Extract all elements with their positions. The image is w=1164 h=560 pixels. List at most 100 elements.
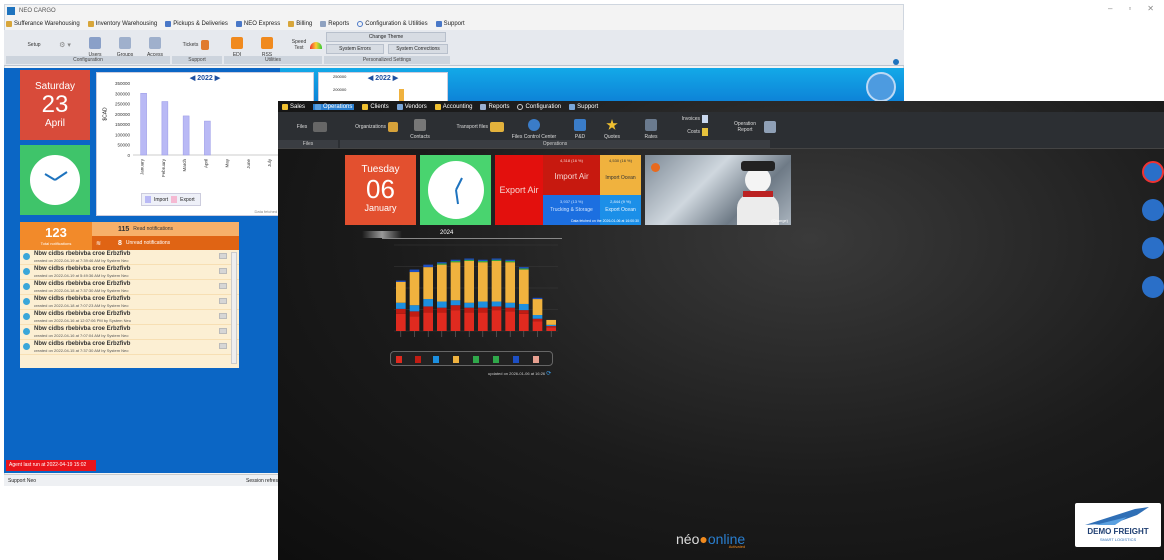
stacked-bar-segment	[532, 321, 543, 331]
files-list-icon	[313, 122, 328, 132]
menu-vendors[interactable]: Vendors	[396, 103, 427, 110]
menu-reports[interactable]: Reports	[320, 21, 349, 27]
ribbon-group-support: Support	[172, 56, 222, 64]
tile-import-air[interactable]: 4,318 (16 %) Import Air	[543, 155, 600, 195]
notification-item[interactable]: Nbw cidbs rbebivba croe Erbzfivb created …	[20, 265, 239, 280]
groups-button[interactable]: Groups	[112, 32, 138, 58]
stacked-bar-segment	[450, 260, 461, 263]
speed-test-button[interactable]: Speed Test	[286, 32, 322, 58]
setup-button[interactable]: Setup	[22, 32, 46, 58]
change-wallpaper-link[interactable]: (Change)	[771, 218, 788, 223]
notification-item[interactable]: Nbw cidbs rbebivba croe Erbzfivb created …	[20, 325, 239, 340]
notification-item[interactable]: Nbw cidbs rbebivba croe Erbzfivb created …	[20, 295, 239, 310]
tools-icon[interactable]	[1142, 237, 1164, 259]
menu-clients[interactable]: Clients	[362, 103, 389, 110]
mail-icon[interactable]	[219, 328, 227, 334]
front-date-month: January	[364, 203, 397, 213]
stacked-bar-segment	[519, 267, 529, 269]
contacts-button[interactable]: Contacts	[402, 114, 438, 140]
stacked-bar-segment	[437, 307, 447, 313]
operation-report-button[interactable]: Operation Report	[716, 114, 776, 140]
stacked-bar-segment	[532, 299, 543, 316]
settings-gear-icon[interactable]	[866, 72, 896, 102]
menu-configuration[interactable]: Configuration	[517, 103, 561, 110]
menu-inventory-warehousing[interactable]: Inventory Warehousing	[87, 21, 157, 27]
menu-neo-express[interactable]: NEO Express	[235, 21, 280, 27]
notif-total-label: Total notifications	[40, 241, 72, 246]
costs-button[interactable]: Costs	[672, 126, 708, 138]
tickets-button[interactable]: Tickets	[176, 32, 216, 58]
notification-scrollbar[interactable]	[231, 252, 237, 364]
mail-icon[interactable]	[219, 343, 227, 349]
read-notifications[interactable]: 115 Read notifications	[92, 222, 239, 236]
stacked-bar-segment	[478, 307, 488, 313]
change-theme-button[interactable]: Change Theme	[326, 32, 446, 42]
chart2-tick: 200000	[333, 87, 347, 92]
access-button[interactable]: Access	[142, 32, 168, 58]
close-icon[interactable]: ✕	[1147, 4, 1154, 13]
ribbon-collapse-icon[interactable]	[893, 59, 899, 65]
menu-operations[interactable]: Operations	[313, 103, 355, 110]
stacked-bar-segment	[532, 297, 543, 300]
setup-dropdown-button[interactable]: ⚙ ▾	[56, 32, 74, 58]
menu-billing[interactable]: Billing	[288, 21, 312, 27]
rates-button[interactable]: Rates	[640, 114, 662, 140]
menu-reports[interactable]: Reports	[480, 103, 509, 110]
menu-accounting[interactable]: Accounting	[434, 103, 472, 110]
import-bar	[140, 93, 147, 156]
system-errors-button[interactable]: System Errors	[326, 44, 384, 54]
files-button[interactable]: Files	[286, 114, 338, 140]
tile-import-ocean[interactable]: 4,530 (16 %) Import Ocean	[600, 155, 641, 195]
menu-pickups-deliveries[interactable]: Pickups & Deliveries	[165, 21, 228, 27]
stacked-bar-segment	[546, 324, 556, 327]
mail-icon[interactable]	[219, 313, 227, 319]
menu-configuration-utilities[interactable]: Configuration & Utilities	[357, 21, 428, 27]
snowman-scarf-image	[743, 191, 773, 197]
chart-nav-prev[interactable]	[362, 231, 402, 238]
notification-item[interactable]: Nbw cidbs rbebivba croe Erbzfivb created …	[20, 310, 239, 325]
notif-total-box: 123 Total notifications	[20, 222, 92, 250]
quotes-button[interactable]: Quotes	[598, 114, 626, 140]
stacked-bar-segment	[396, 302, 406, 309]
unread-notifications[interactable]: ≋ 8 Unread notifications	[92, 236, 239, 250]
minimize-icon[interactable]: –	[1108, 4, 1112, 13]
operations-icon	[315, 103, 322, 110]
menu-support[interactable]: Support	[435, 21, 465, 27]
system-corrections-button[interactable]: System Corrections	[388, 44, 448, 54]
import-bar	[182, 115, 190, 156]
tile-export-air[interactable]: Export Air	[495, 155, 543, 225]
calendar-icon[interactable]	[1142, 199, 1164, 221]
invoices-button[interactable]: Invoices	[672, 113, 708, 125]
y-tick-label: 200000	[115, 112, 131, 117]
chart-header: 2024	[362, 230, 562, 239]
menu-sufferance-warehousing[interactable]: Sufferance Warehousing	[6, 21, 80, 27]
pnd-button[interactable]: P&D	[568, 114, 592, 140]
notification-item[interactable]: Nbw cidbs rbebivba croe Erbzfivb created …	[20, 250, 239, 265]
files-shortcut-icon[interactable]	[1142, 161, 1164, 183]
notification-item[interactable]: Nbw cidbs rbebivba croe Erbzfivb created …	[20, 280, 239, 295]
menu-sales[interactable]: Sales	[282, 103, 305, 110]
organizations-button[interactable]: Organizations	[342, 114, 398, 140]
star-icon	[282, 103, 288, 110]
transport-files-button[interactable]: Transport files	[442, 114, 504, 140]
stacked-bar-segment	[450, 310, 461, 331]
menu-support[interactable]: Support	[569, 103, 598, 110]
refresh-icon[interactable]: ⟳	[546, 371, 551, 377]
mail-icon[interactable]	[219, 283, 227, 289]
mail-icon[interactable]	[219, 253, 227, 259]
rss-button[interactable]: RSS	[256, 32, 278, 58]
maximize-icon[interactable]: ▫	[1128, 4, 1131, 13]
gear-icon[interactable]	[1142, 276, 1164, 298]
users-button[interactable]: Users	[84, 32, 106, 58]
stacked-bar-segment	[396, 281, 406, 303]
stacked-bar-segment	[546, 326, 556, 328]
accounting-icon	[434, 103, 441, 110]
mail-icon[interactable]	[219, 268, 227, 274]
reports-icon	[480, 103, 487, 110]
folder-icon	[490, 122, 504, 132]
mail-icon[interactable]	[219, 298, 227, 304]
notification-item[interactable]: Nbw cidbs rbebivba croe Erbzfivb created …	[20, 340, 239, 355]
edi-button[interactable]: EDI	[226, 32, 248, 58]
files-control-center-button[interactable]: Files Control Center	[508, 114, 560, 140]
contacts-icon	[414, 119, 426, 131]
